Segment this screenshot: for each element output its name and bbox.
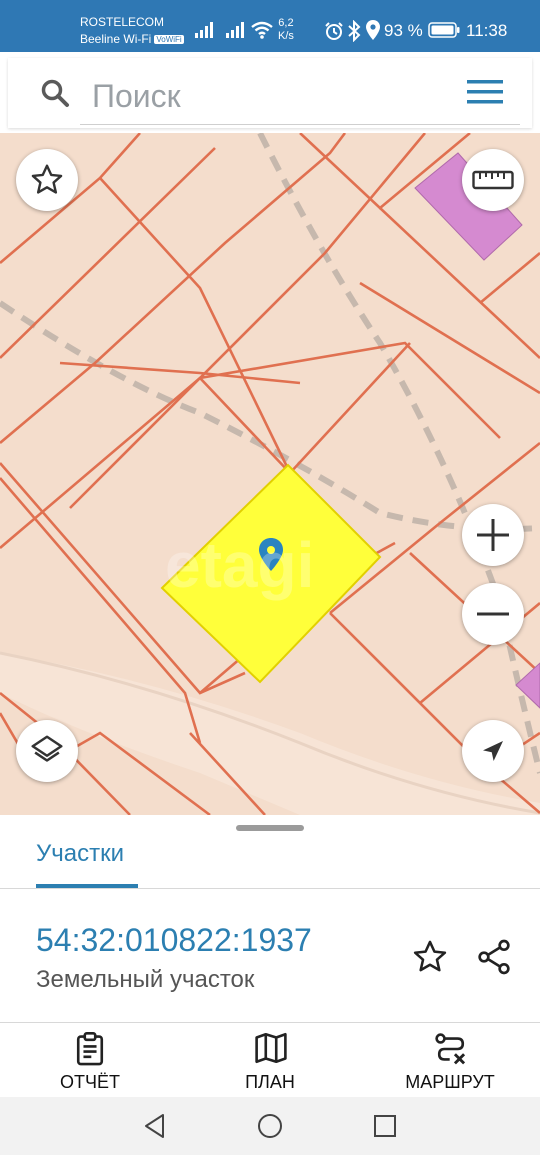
plan-button[interactable]: ПЛАН	[195, 1030, 345, 1092]
parcel-cadastral-number[interactable]: 54:32:010822:1937	[36, 922, 312, 959]
battery-icon	[428, 22, 460, 38]
clipboard-icon	[76, 1032, 104, 1066]
back-icon[interactable]	[143, 1113, 167, 1139]
tab-parcels[interactable]: Участки	[36, 840, 124, 868]
map-view[interactable]: etagi	[0, 133, 540, 815]
home-icon[interactable]	[257, 1113, 283, 1139]
plus-icon	[477, 519, 509, 551]
search-icon[interactable]	[40, 78, 70, 108]
map-layers-button[interactable]	[16, 720, 78, 782]
network-speed-unit: K/s	[278, 30, 294, 42]
network-speed: 6,2 K/s	[278, 17, 294, 43]
carrier-wifi-label: Beeline Wi-Fi	[80, 32, 152, 46]
minus-icon	[477, 612, 509, 616]
carrier-name-secondary: Beeline Wi-Fi VoWiFi	[80, 32, 184, 46]
ruler-button[interactable]	[462, 149, 524, 211]
alarm-icon	[325, 22, 343, 40]
signal-icon-1	[195, 22, 213, 38]
map-watermark: etagi	[165, 529, 315, 601]
battery-percent: 93 %	[384, 21, 423, 40]
cadastral-map-canvas[interactable]	[0, 133, 540, 815]
vowifi-badge: VoWiFi	[154, 35, 184, 45]
favorite-parcel-star-icon[interactable]	[411, 938, 449, 976]
layers-icon	[31, 735, 63, 762]
sheet-divider	[0, 1022, 540, 1023]
report-button[interactable]: ОТЧЁТ	[15, 1030, 165, 1092]
search-input[interactable]	[92, 76, 392, 116]
route-icon	[435, 1033, 466, 1065]
route-label: МАРШРУТ	[405, 1072, 495, 1092]
zoom-out-button[interactable]	[462, 583, 524, 645]
zoom-in-button[interactable]	[462, 504, 524, 566]
plan-label: ПЛАН	[245, 1072, 295, 1092]
share-icon[interactable]	[474, 937, 514, 977]
network-speed-value: 6,2	[278, 17, 294, 29]
clock: 11:38	[466, 21, 508, 40]
search-underline	[80, 124, 520, 125]
wifi-icon	[251, 21, 273, 39]
location-icon	[366, 20, 380, 40]
report-label: ОТЧЁТ	[59, 1072, 120, 1092]
signal-icon-2	[226, 22, 244, 38]
ruler-icon	[472, 170, 514, 190]
carrier-name-primary: ROSTELECOM	[80, 15, 165, 29]
menu-icon[interactable]	[467, 80, 503, 104]
parcel-type: Земельный участок	[36, 966, 255, 993]
system-nav-bar	[0, 1097, 540, 1155]
navigation-arrow-icon	[483, 741, 503, 761]
route-button[interactable]: МАРШРУТ	[375, 1030, 525, 1092]
favorite-map-button[interactable]	[16, 149, 78, 211]
map-icon	[255, 1032, 287, 1064]
recents-icon[interactable]	[373, 1114, 397, 1138]
bluetooth-icon	[348, 20, 361, 42]
sheet-drag-handle[interactable]	[236, 825, 304, 831]
status-bar: ROSTELECOM Beeline Wi-Fi VoWiFi 6,2 K/s 9…	[0, 0, 540, 52]
star-icon	[31, 164, 63, 194]
tab-divider	[0, 888, 540, 889]
my-location-button[interactable]	[462, 720, 524, 782]
